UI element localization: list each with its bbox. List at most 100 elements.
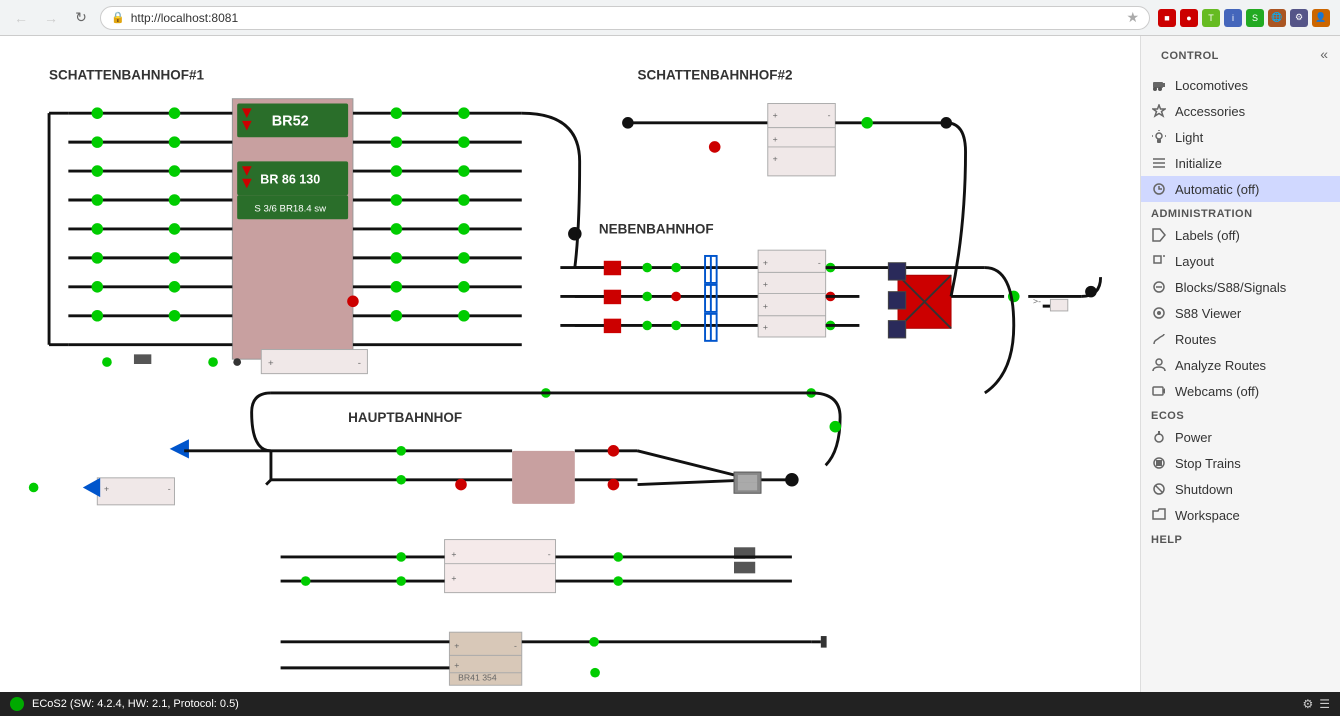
- workspace-icon: [1151, 507, 1167, 523]
- collapse-button[interactable]: «: [1318, 44, 1330, 64]
- shutdown-icon: [1151, 481, 1167, 497]
- sidebar-item-power[interactable]: Power: [1141, 424, 1340, 450]
- info-icon[interactable]: ☰: [1319, 697, 1330, 711]
- svg-text:+: +: [763, 322, 768, 332]
- automatic-icon: [1151, 181, 1167, 197]
- ecos-title: ECOS: [1141, 404, 1340, 424]
- accessories-icon: [1151, 103, 1167, 119]
- url-text: http://localhost:8081: [131, 11, 238, 25]
- blocks-label: Blocks/S88/Signals: [1175, 280, 1286, 295]
- svg-text:+: +: [454, 660, 459, 670]
- sidebar-item-locomotives[interactable]: Locomotives: [1141, 72, 1340, 98]
- svg-text:-: -: [548, 549, 551, 559]
- layout-label: Layout: [1175, 254, 1214, 269]
- svg-text:-: -: [818, 258, 821, 268]
- sidebar-item-workspace[interactable]: Workspace: [1141, 502, 1340, 528]
- ext-icon-6[interactable]: 🌐: [1268, 9, 1286, 27]
- light-icon: [1151, 129, 1167, 145]
- labels-label: Labels (off): [1175, 228, 1240, 243]
- ext-icon-3[interactable]: T: [1202, 9, 1220, 27]
- sidebar-item-light[interactable]: Light: [1141, 124, 1340, 150]
- control-title: CONTROL: [1151, 44, 1229, 64]
- svg-text:BR 86 130: BR 86 130: [260, 173, 320, 187]
- svg-text:+: +: [454, 641, 459, 651]
- stop-trains-icon: [1151, 455, 1167, 471]
- locomotives-label: Locomotives: [1175, 78, 1248, 93]
- reload-button[interactable]: ↻: [70, 7, 92, 29]
- sidebar-item-shutdown[interactable]: Shutdown: [1141, 476, 1340, 502]
- s88viewer-icon: [1151, 305, 1167, 321]
- svg-text:+: +: [773, 134, 778, 144]
- status-right: ⚙ ☰: [1302, 697, 1330, 711]
- ext-icon-2[interactable]: ●: [1180, 9, 1198, 27]
- track-diagram: SCHATTENBAHNHOF#1 SCHATTENBAHNHOF#2 NEBE…: [0, 36, 1140, 692]
- svg-text:+: +: [451, 549, 456, 559]
- svg-text:+: +: [773, 153, 778, 163]
- svg-text:>-: >-: [1033, 296, 1041, 306]
- status-bar: ECoS2 (SW: 4.2.4, HW: 2.1, Protocol: 0.5…: [0, 692, 1340, 716]
- svg-text:-: -: [358, 358, 361, 369]
- webcams-label: Webcams (off): [1175, 384, 1259, 399]
- svg-text:+: +: [763, 301, 768, 311]
- routes-icon: [1151, 331, 1167, 347]
- sidebar: CONTROL « Locomotives Accessories Light: [1140, 36, 1340, 692]
- power-label: Power: [1175, 430, 1212, 445]
- ext-icon-8[interactable]: 👤: [1312, 9, 1330, 27]
- forward-button[interactable]: →: [40, 7, 62, 29]
- automatic-label: Automatic (off): [1175, 182, 1259, 197]
- webcams-icon: [1151, 383, 1167, 399]
- svg-text:-: -: [828, 110, 831, 120]
- sidebar-item-initialize[interactable]: Initialize: [1141, 150, 1340, 176]
- svg-text:NEBENBAHNHOF: NEBENBAHNHOF: [599, 222, 714, 237]
- svg-text:BR52: BR52: [272, 114, 309, 130]
- svg-text:SCHATTENBAHNHOF#1: SCHATTENBAHNHOF#1: [49, 67, 204, 82]
- svg-text:HAUPTBAHNHOF: HAUPTBAHNHOF: [348, 410, 462, 425]
- ext-icon-7[interactable]: ⚙: [1290, 9, 1308, 27]
- accessories-label: Accessories: [1175, 104, 1245, 119]
- sidebar-item-labels[interactable]: Labels (off): [1141, 222, 1340, 248]
- stop-trains-label: Stop Trains: [1175, 456, 1241, 471]
- initialize-label: Initialize: [1175, 156, 1222, 171]
- ext-icon-1[interactable]: ■: [1158, 9, 1176, 27]
- svg-text:+: +: [104, 483, 109, 493]
- locomotives-icon: [1151, 77, 1167, 93]
- settings-icon[interactable]: ⚙: [1302, 697, 1313, 711]
- address-bar[interactable]: 🔒 http://localhost:8081 ★: [100, 6, 1150, 30]
- browser-chrome: ← → ↻ 🔒 http://localhost:8081 ★ ■ ● T i …: [0, 0, 1340, 36]
- light-label: Light: [1175, 130, 1203, 145]
- svg-text:+: +: [763, 258, 768, 268]
- back-button[interactable]: ←: [10, 7, 32, 29]
- sidebar-item-automatic[interactable]: Automatic (off): [1141, 176, 1340, 202]
- status-indicator: [10, 697, 24, 711]
- ext-icon-4[interactable]: i: [1224, 9, 1242, 27]
- labels-icon: [1151, 227, 1167, 243]
- diagram-area[interactable]: SCHATTENBAHNHOF#1 SCHATTENBAHNHOF#2 NEBE…: [0, 36, 1140, 692]
- sidebar-item-accessories[interactable]: Accessories: [1141, 98, 1340, 124]
- blocks-icon: [1151, 279, 1167, 295]
- sidebar-item-layout[interactable]: Layout: [1141, 248, 1340, 274]
- power-icon: [1151, 429, 1167, 445]
- sidebar-item-analyze-routes[interactable]: Analyze Routes: [1141, 352, 1340, 378]
- svg-text:+: +: [451, 573, 456, 583]
- sidebar-item-blocks[interactable]: Blocks/S88/Signals: [1141, 274, 1340, 300]
- svg-text:S 3/6 BR18.4 sw: S 3/6 BR18.4 sw: [254, 204, 326, 215]
- main-content: SCHATTENBAHNHOF#1 SCHATTENBAHNHOF#2 NEBE…: [0, 36, 1340, 692]
- analyze-routes-icon: [1151, 357, 1167, 373]
- sidebar-item-stop-trains[interactable]: Stop Trains: [1141, 450, 1340, 476]
- sidebar-item-webcams[interactable]: Webcams (off): [1141, 378, 1340, 404]
- svg-text:+: +: [763, 279, 768, 289]
- ext-icon-5[interactable]: S: [1246, 9, 1264, 27]
- initialize-icon: [1151, 155, 1167, 171]
- svg-text:SCHATTENBAHNHOF#2: SCHATTENBAHNHOF#2: [638, 67, 793, 82]
- svg-text:+: +: [268, 358, 274, 369]
- sidebar-item-s88viewer[interactable]: S88 Viewer: [1141, 300, 1340, 326]
- administration-title: ADMINISTRATION: [1141, 202, 1340, 222]
- sidebar-header: CONTROL «: [1141, 36, 1340, 72]
- layout-icon: [1151, 253, 1167, 269]
- svg-text:-: -: [168, 483, 171, 493]
- status-text: ECoS2 (SW: 4.2.4, HW: 2.1, Protocol: 0.5…: [32, 698, 239, 710]
- help-title: HELP: [1141, 528, 1340, 548]
- sidebar-item-routes[interactable]: Routes: [1141, 326, 1340, 352]
- routes-label: Routes: [1175, 332, 1216, 347]
- workspace-label: Workspace: [1175, 508, 1240, 523]
